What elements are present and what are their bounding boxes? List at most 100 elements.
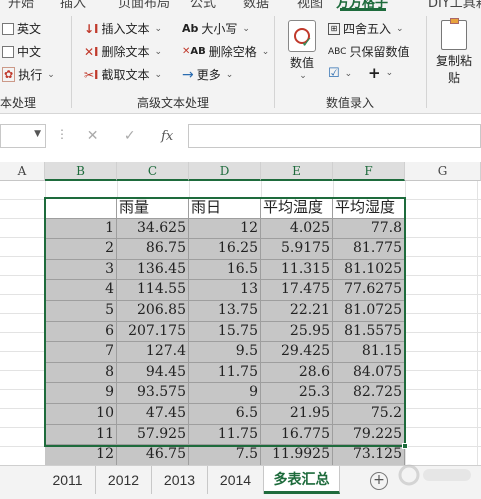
sheet-tab-2013[interactable]: 2013 xyxy=(152,466,208,494)
table-cell[interactable]: 12 xyxy=(189,218,261,240)
extract-text-button[interactable]: ✂I 截取文本 ⌄ xyxy=(84,66,162,83)
plus-button[interactable]: + ⌄ xyxy=(368,64,393,82)
row-index-cell[interactable]: 7 xyxy=(45,342,117,363)
tab-insert[interactable]: 插入 xyxy=(60,0,86,11)
table-cell[interactable]: 15.75 xyxy=(189,321,261,343)
table-cell[interactable]: 6.5 xyxy=(189,404,261,425)
row-index-cell[interactable]: 4 xyxy=(45,280,117,301)
round-button[interactable]: ⊞ 四舍五入 ⌄ xyxy=(328,20,404,37)
english-button[interactable]: 英文 xyxy=(2,20,41,37)
table-cell[interactable]: 127.4 xyxy=(117,342,189,363)
delete-spaces-button[interactable]: ✕AB 删除空格 ⌄ xyxy=(182,43,269,60)
table-cell[interactable]: 82.725 xyxy=(333,383,405,404)
sheet-tab-summary[interactable]: 多表汇总 xyxy=(264,466,340,494)
row-index-cell[interactable]: 12 xyxy=(45,445,117,466)
execute-button[interactable]: ✿ 执行 ⌄ xyxy=(2,66,55,83)
table-cell[interactable]: 207.175 xyxy=(117,321,189,343)
table-cell[interactable]: 34.625 xyxy=(117,218,189,240)
table-cell[interactable]: 77.8 xyxy=(333,218,405,240)
table-cell[interactable]: 11.75 xyxy=(189,424,261,446)
tab-view[interactable]: 视图 xyxy=(297,0,323,11)
table-cell[interactable]: 4.025 xyxy=(261,218,333,240)
column-header-b[interactable]: B xyxy=(45,162,117,181)
sheet-tab-2014[interactable]: 2014 xyxy=(208,466,264,494)
table-cell[interactable]: 21.95 xyxy=(261,404,333,425)
table-cell[interactable]: 81.0725 xyxy=(333,301,405,322)
cancel-icon[interactable]: ✕ xyxy=(87,128,99,144)
table-cell[interactable]: 7.5 xyxy=(189,445,261,466)
table-cell[interactable]: 206.85 xyxy=(117,301,189,322)
table-cell[interactable]: 136.45 xyxy=(117,259,189,281)
table-cell[interactable]: 16.5 xyxy=(189,259,261,281)
column-header-d[interactable]: D xyxy=(189,162,261,181)
row-index-cell[interactable]: 1 xyxy=(45,218,117,240)
table-cell[interactable]: 9 xyxy=(189,383,261,404)
table-cell[interactable]: 81.5575 xyxy=(333,321,405,343)
column-header-f[interactable]: F xyxy=(333,162,405,181)
more-button[interactable]: → 更多 ⌄ xyxy=(182,66,233,83)
sheet-tab-2012[interactable]: 2012 xyxy=(96,466,152,494)
table-cell[interactable]: 28.6 xyxy=(261,362,333,384)
table-header-cell[interactable]: 平均温度 xyxy=(261,198,333,219)
table-cell[interactable]: 13.75 xyxy=(189,301,261,322)
column-header-a[interactable]: A xyxy=(0,162,45,181)
insert-text-button[interactable]: ↓I 插入文本 ⌄ xyxy=(84,20,162,37)
table-cell[interactable]: 57.925 xyxy=(117,424,189,446)
row-index-cell[interactable]: 8 xyxy=(45,362,117,384)
row-index-cell[interactable]: 5 xyxy=(45,301,117,322)
table-cell[interactable]: 9.5 xyxy=(189,342,261,363)
table-cell[interactable]: 77.6275 xyxy=(333,280,405,301)
table-cell[interactable]: 22.21 xyxy=(261,301,333,322)
table-cell[interactable]: 81.1025 xyxy=(333,259,405,281)
number-button[interactable]: ✓ 数值 ⌄ xyxy=(288,20,316,81)
tab-home[interactable]: 开始 xyxy=(8,0,34,11)
table-cell[interactable]: 86.75 xyxy=(117,239,189,260)
table-cell[interactable]: 11.75 xyxy=(189,362,261,384)
column-header-e[interactable]: E xyxy=(261,162,333,181)
table-cell[interactable]: 47.45 xyxy=(117,404,189,425)
row-index-cell[interactable]: 9 xyxy=(45,383,117,404)
row-index-cell[interactable]: 6 xyxy=(45,321,117,343)
table-header-cell[interactable]: 平均湿度 xyxy=(333,198,405,219)
add-sheet-icon[interactable]: + xyxy=(370,472,388,490)
copy-paste-button[interactable]: 复制粘 贴 xyxy=(436,18,472,86)
enter-icon[interactable]: ✓ xyxy=(124,128,136,144)
table-cell[interactable]: 16.25 xyxy=(189,239,261,260)
delete-text-button[interactable]: ✕I 删除文本 ⌄ xyxy=(84,43,162,60)
table-cell[interactable]: 17.475 xyxy=(261,280,333,301)
case-button[interactable]: Ab 大小写 ⌄ xyxy=(182,20,250,37)
table-cell[interactable]: 46.75 xyxy=(117,445,189,466)
table-header-cell[interactable]: 雨量 xyxy=(117,198,189,219)
keep-values-button[interactable]: ABC 只保留数值 xyxy=(328,43,409,60)
table-cell[interactable]: 93.575 xyxy=(117,383,189,404)
table-cell[interactable]: 84.075 xyxy=(333,362,405,384)
table-cell[interactable]: 25.95 xyxy=(261,321,333,343)
tab-page-layout[interactable]: 页面布局 xyxy=(118,0,170,11)
row-index-cell[interactable]: 10 xyxy=(45,404,117,425)
table-cell[interactable]: 81.775 xyxy=(333,239,405,260)
more-dots-icon[interactable]: ⋮ xyxy=(56,127,68,141)
table-cell[interactable]: 13 xyxy=(189,280,261,301)
chinese-button[interactable]: 中文 xyxy=(2,43,41,60)
table-header-cell[interactable]: 雨日 xyxy=(189,198,261,219)
column-header-g[interactable]: G xyxy=(405,162,481,181)
tab-diy-toolbox[interactable]: DIY工具箱 xyxy=(428,0,481,11)
fill-handle[interactable] xyxy=(402,443,408,449)
row-index-cell[interactable]: 2 xyxy=(45,239,117,260)
table-cell[interactable]: 5.9175 xyxy=(261,239,333,260)
table-cell[interactable]: 94.45 xyxy=(117,362,189,384)
table-cell[interactable]: 81.15 xyxy=(333,342,405,363)
formula-input[interactable] xyxy=(188,124,481,148)
insert-function-icon[interactable]: fx xyxy=(161,129,173,144)
edit-check-button[interactable]: ☑ ⌄ xyxy=(328,66,352,81)
name-box[interactable]: ▼ xyxy=(0,124,46,148)
table-cell[interactable]: 11.9925 xyxy=(261,445,333,466)
row-index-cell[interactable]: 11 xyxy=(45,424,117,446)
row-index-cell[interactable]: 3 xyxy=(45,259,117,281)
sheet-tab-2011[interactable]: 2011 xyxy=(40,466,96,494)
table-cell[interactable]: 79.225 xyxy=(333,424,405,446)
table-cell[interactable]: 114.55 xyxy=(117,280,189,301)
table-cell[interactable]: 25.3 xyxy=(261,383,333,404)
tab-formulas[interactable]: 公式 xyxy=(190,0,216,11)
table-corner-cell[interactable] xyxy=(45,198,117,219)
